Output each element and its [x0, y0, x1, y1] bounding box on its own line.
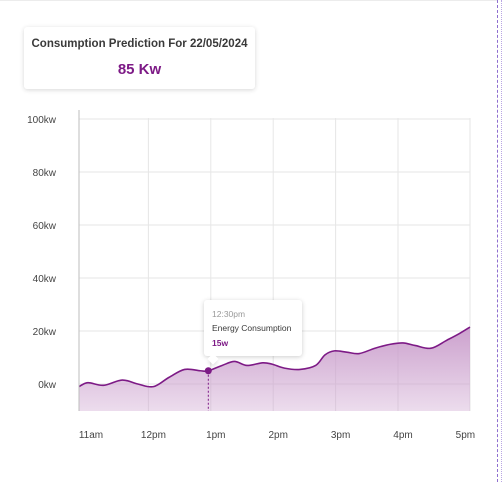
y-tick-label: 0kw [38, 380, 57, 391]
x-tick-label: 5pm [456, 430, 475, 441]
prediction-title: Consumption Prediction For 22/05/2024 [31, 38, 248, 50]
chart-tooltip: 12:30pm Energy Consumption 15w [204, 300, 302, 365]
x-tick-label: 12pm [141, 430, 166, 441]
y-tick-label: 80kw [33, 168, 57, 179]
x-tick-label: 1pm [206, 430, 225, 441]
y-tick-label: 40kw [33, 274, 57, 285]
highlight-point [204, 367, 212, 375]
tooltip-value: 15w [212, 338, 229, 348]
tooltip-time: 12:30pm [212, 309, 246, 319]
y-tick-label: 60kw [33, 221, 57, 232]
prediction-card: Consumption Prediction For 22/05/2024 85… [24, 27, 255, 89]
tooltip-series-label: Energy Consumption [212, 323, 292, 333]
x-tick-label: 4pm [393, 430, 412, 441]
x-tick-label: 3pm [331, 430, 350, 441]
y-tick-label: 100kw [27, 115, 57, 126]
prediction-value: 85 Kw [117, 61, 162, 78]
x-tick-label: 11am [79, 430, 103, 441]
x-tick-label: 2pm [268, 430, 287, 441]
y-tick-label: 20kw [33, 327, 57, 338]
